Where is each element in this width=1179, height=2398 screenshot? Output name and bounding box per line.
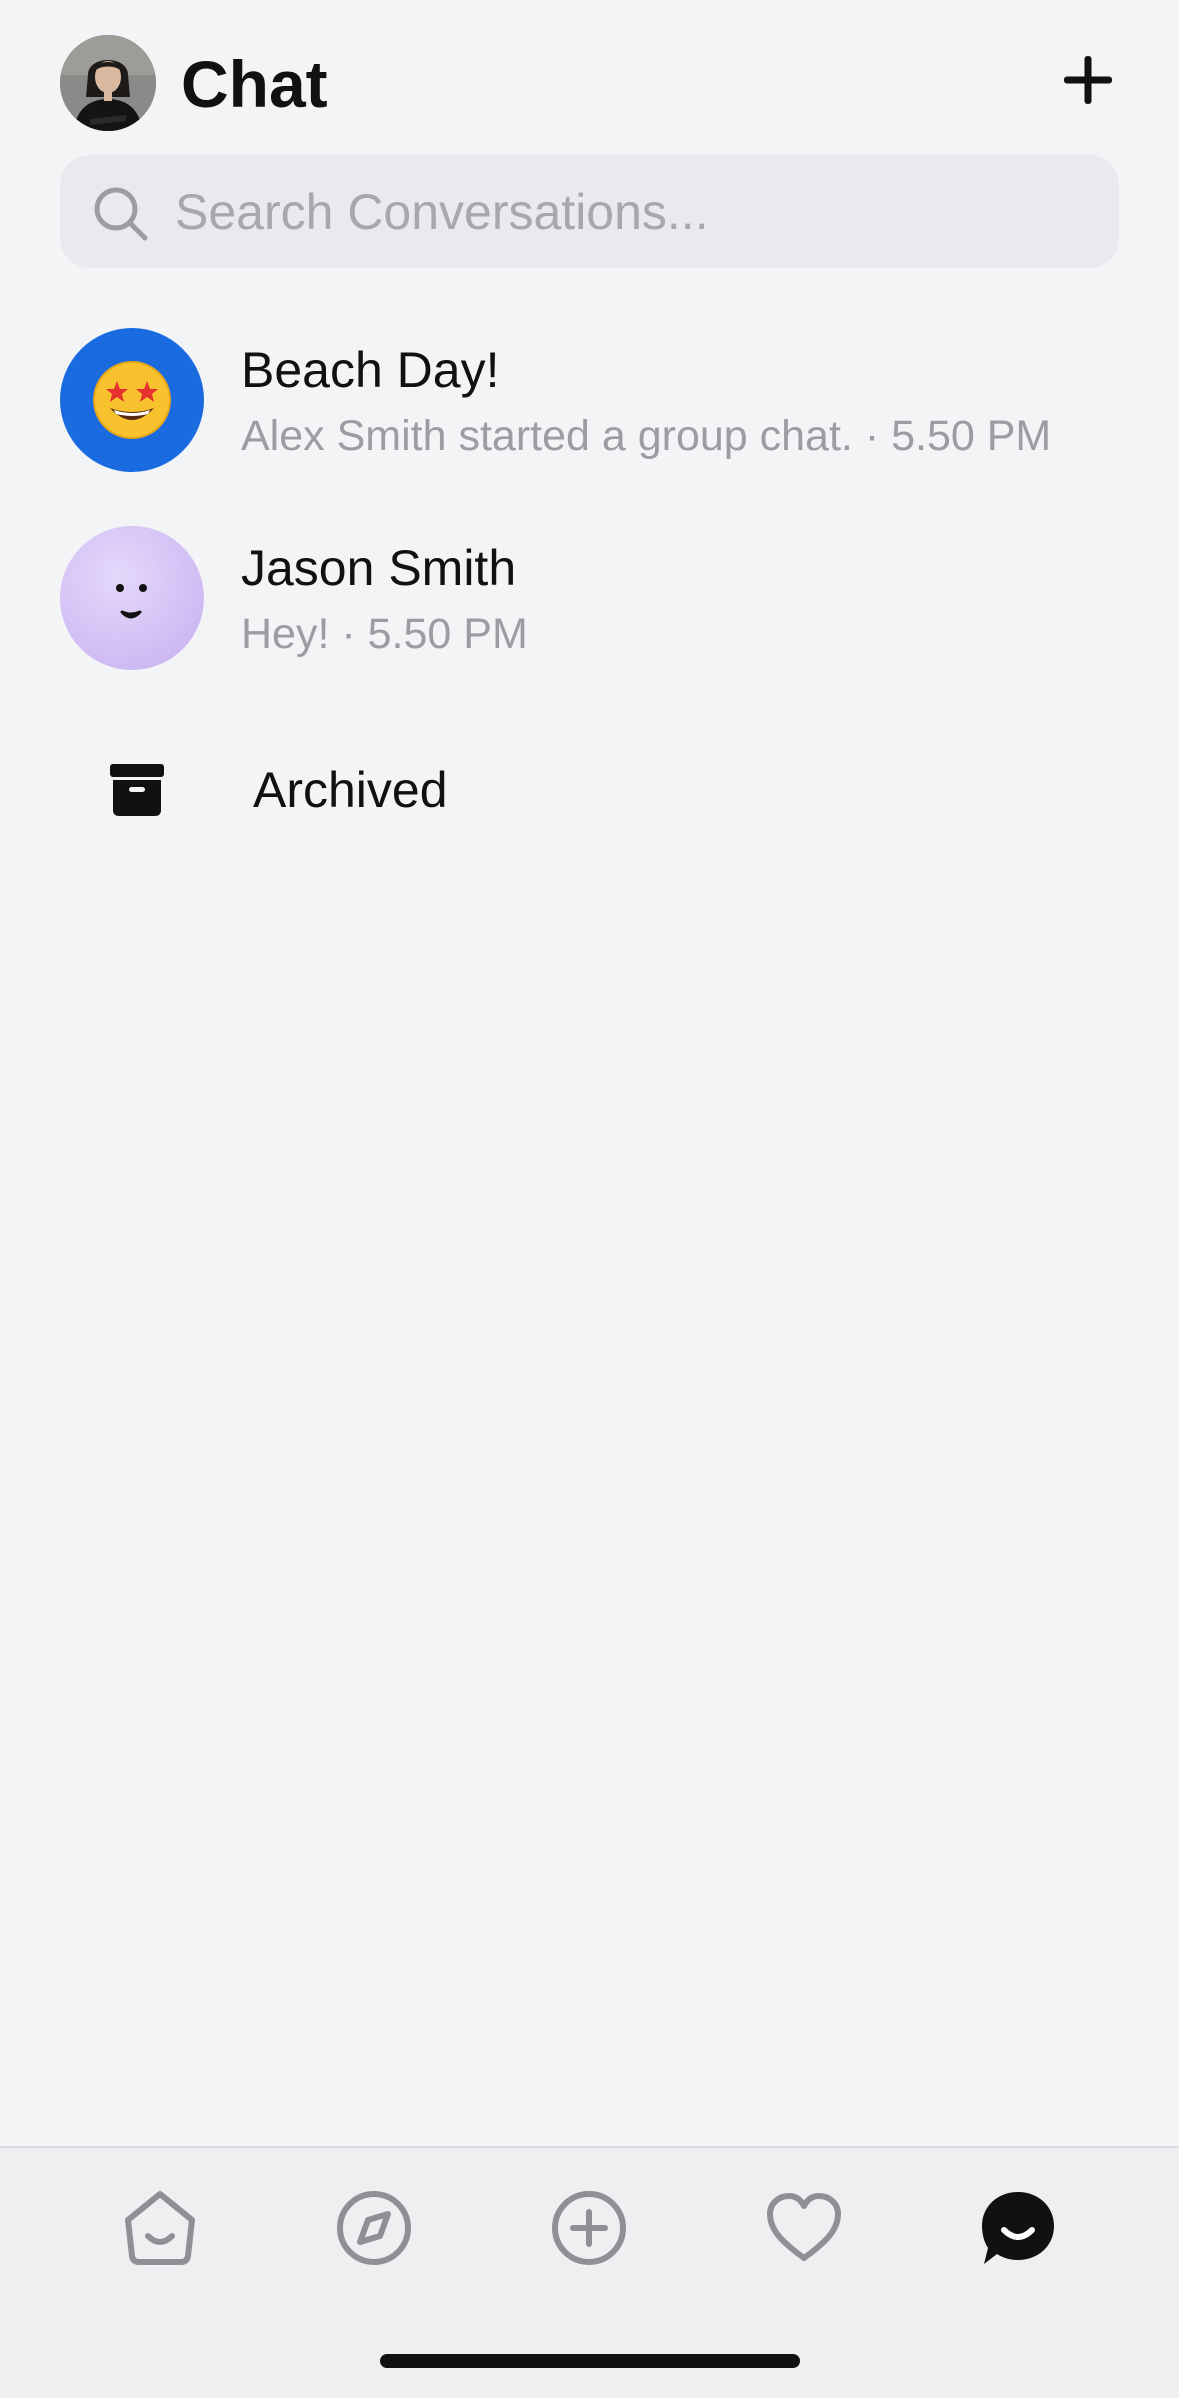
home-icon: [125, 2191, 195, 2265]
tab-explore[interactable]: [332, 2186, 416, 2270]
conversation-row-jason-smith[interactable]: Jason Smith Hey! · 5.50 PM: [0, 508, 1179, 688]
conversation-row-beach-day[interactable]: Beach Day! Alex Smith started a group ch…: [0, 310, 1179, 490]
conversation-name: Jason Smith: [241, 540, 517, 596]
compass-icon: [337, 2191, 411, 2265]
profile-avatar[interactable]: [60, 35, 156, 131]
home-indicator[interactable]: [380, 2354, 800, 2368]
chat-bubble-icon: [982, 2192, 1054, 2264]
heart-icon: [767, 2193, 841, 2261]
user-photo-icon: [60, 35, 156, 131]
archived-label: Archived: [253, 762, 448, 818]
search-input[interactable]: Search Conversations...: [60, 155, 1119, 268]
archived-row[interactable]: Archived: [0, 740, 1179, 840]
conversation-preview: Hey! · 5.50 PM: [241, 610, 528, 658]
tab-favorites[interactable]: [762, 2186, 846, 2270]
plus-icon: [1064, 56, 1112, 104]
tab-home[interactable]: [118, 2186, 202, 2270]
new-chat-button[interactable]: [1060, 52, 1116, 108]
tab-chat[interactable]: [976, 2186, 1060, 2270]
conversation-preview: Alex Smith started a group chat. · 5.50 …: [241, 412, 1052, 460]
tab-create[interactable]: [547, 2186, 631, 2270]
smiley-face-avatar-icon: [116, 584, 147, 619]
search-icon: [94, 187, 148, 241]
star-struck-emoji-icon: [93, 361, 171, 439]
page-title: Chat: [181, 47, 328, 121]
search-placeholder: Search Conversations...: [175, 184, 709, 240]
archive-box-icon: [110, 764, 164, 816]
plus-circle-icon: [552, 2191, 626, 2265]
group-avatar: [60, 328, 204, 472]
header: Chat: [0, 0, 1179, 150]
contact-avatar: [60, 526, 204, 670]
conversation-name: Beach Day!: [241, 342, 500, 398]
